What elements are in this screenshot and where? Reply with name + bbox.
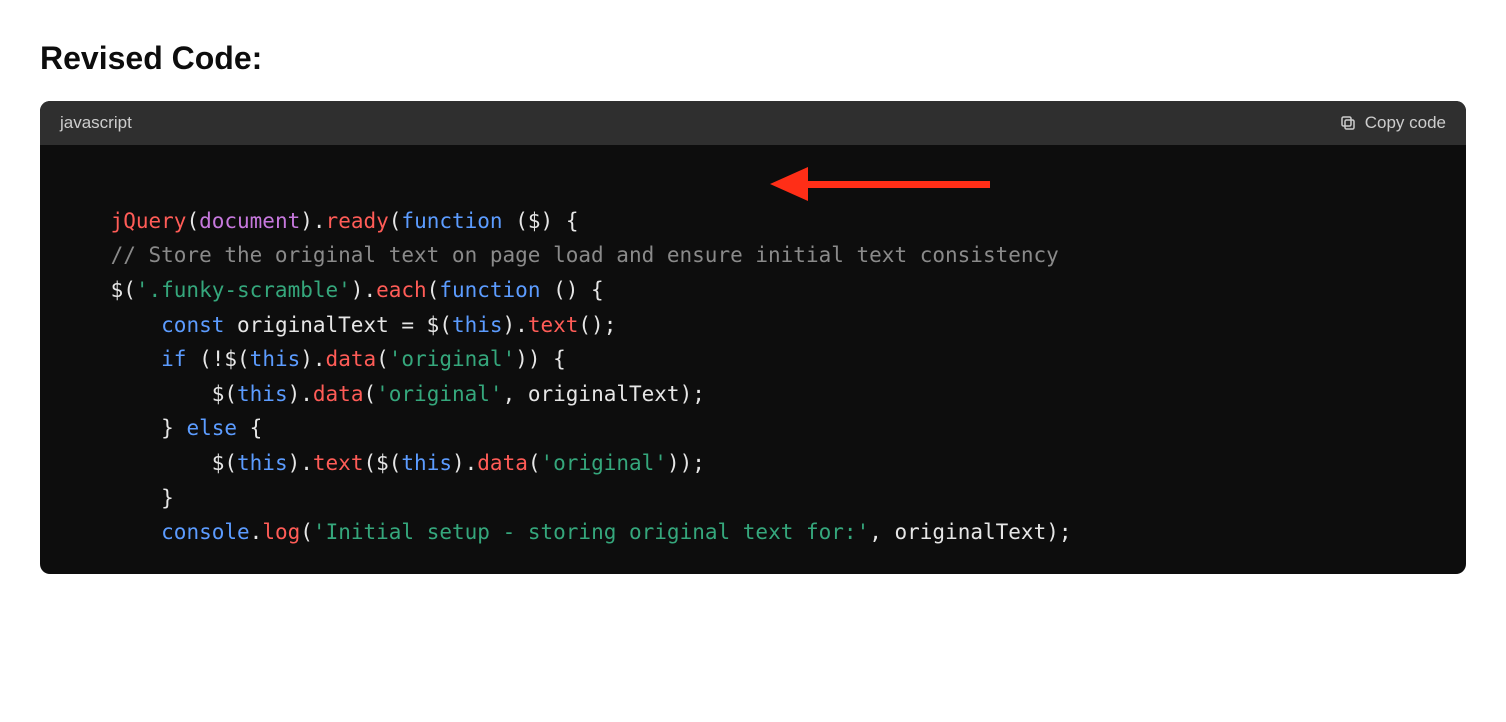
code-token: 'original' <box>541 451 667 475</box>
code-token: console <box>161 520 250 544</box>
code-token: $( <box>60 278 136 302</box>
code-token: text <box>313 451 364 475</box>
code-token: document <box>199 209 300 233</box>
code-token: . <box>250 520 263 544</box>
code-token: const <box>161 313 224 337</box>
code-token: ). <box>300 209 325 233</box>
code-token: $( <box>60 451 237 475</box>
code-token: jQuery <box>111 209 187 233</box>
code-token: each <box>376 278 427 302</box>
code-token: this <box>237 451 288 475</box>
code-token: if <box>161 347 186 371</box>
code-token: 'original' <box>389 347 515 371</box>
code-token: ( <box>503 209 528 233</box>
code-token: ). <box>351 278 376 302</box>
code-token: ready <box>326 209 389 233</box>
copy-icon <box>1339 114 1357 132</box>
code-token: else <box>186 416 237 440</box>
code-language-label: javascript <box>60 113 132 133</box>
code-token: 'original' <box>376 382 502 406</box>
code-token: ( <box>376 347 389 371</box>
copy-code-button[interactable]: Copy code <box>1339 113 1446 133</box>
code-token: text <box>528 313 579 337</box>
code-token: log <box>262 520 300 544</box>
code-token: $( <box>60 382 237 406</box>
copy-code-label: Copy code <box>1365 113 1446 133</box>
code-token: ( <box>186 209 199 233</box>
section-heading: Revised Code: <box>40 40 1466 77</box>
code-token: $ <box>528 209 541 233</box>
code-token: this <box>452 313 503 337</box>
code-token: originalText = $( <box>224 313 452 337</box>
code-token: () { <box>540 278 603 302</box>
annotation-arrow <box>770 167 990 201</box>
code-token: )); <box>667 451 705 475</box>
code-token: this <box>250 347 301 371</box>
code-token: ( <box>427 278 440 302</box>
code-token <box>60 347 161 371</box>
code-token: ). <box>452 451 477 475</box>
code-body[interactable]: jQuery(document).ready(function ($) { //… <box>40 145 1466 574</box>
code-token: ( <box>300 520 313 544</box>
code-token: ). <box>503 313 528 337</box>
code-token: this <box>401 451 452 475</box>
code-token: , originalText); <box>869 520 1071 544</box>
code-token: } <box>60 486 174 510</box>
code-token: ( <box>363 382 376 406</box>
code-token: ( <box>528 451 541 475</box>
code-comment: // Store the original text on page load … <box>60 243 1059 267</box>
code-token: ) { <box>541 209 579 233</box>
code-token: data <box>477 451 528 475</box>
code-block-header: javascript Copy code <box>40 101 1466 145</box>
code-token: function <box>439 278 540 302</box>
code-token: ( <box>389 209 402 233</box>
code-token: ). <box>288 382 313 406</box>
code-token: this <box>237 382 288 406</box>
code-token: (!$( <box>186 347 249 371</box>
code-token: ). <box>288 451 313 475</box>
code-token: ($( <box>363 451 401 475</box>
code-token <box>60 313 161 337</box>
code-token: data <box>313 382 364 406</box>
code-token: function <box>401 209 502 233</box>
code-block: javascript Copy code jQuery(document).re… <box>40 101 1466 574</box>
code-token: 'Initial setup - storing original text f… <box>313 520 869 544</box>
code-token: data <box>326 347 377 371</box>
code-token <box>60 520 161 544</box>
code-token: '.funky-scramble' <box>136 278 351 302</box>
code-token: , originalText); <box>503 382 705 406</box>
code-token: { <box>237 416 262 440</box>
code-token: } <box>60 416 186 440</box>
code-token: (); <box>578 313 616 337</box>
code-token: )) { <box>515 347 566 371</box>
code-token: ). <box>300 347 325 371</box>
